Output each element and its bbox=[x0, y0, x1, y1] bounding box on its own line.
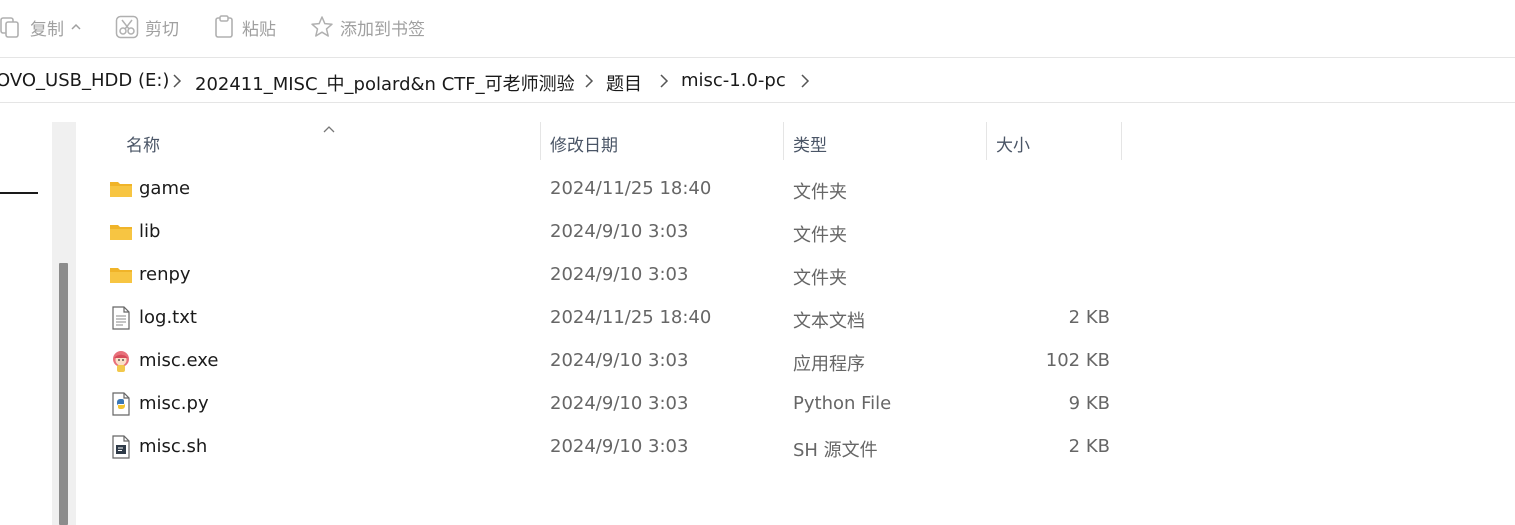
column-divider[interactable] bbox=[540, 122, 541, 160]
chevron-up-icon bbox=[70, 21, 82, 33]
chevron-right-icon[interactable] bbox=[172, 73, 182, 93]
app-icon bbox=[109, 349, 133, 373]
file-name: lib bbox=[139, 221, 161, 242]
column-divider[interactable] bbox=[986, 122, 987, 160]
paste-label: 粘贴 bbox=[242, 19, 276, 40]
file-size: 2 KB bbox=[1068, 307, 1110, 328]
file-size: 102 KB bbox=[1045, 350, 1110, 371]
navigation-pane bbox=[0, 104, 50, 525]
file-row[interactable]: log.txt 2024/11/25 18:40 文本文档 2 KB bbox=[104, 297, 1124, 340]
file-modified: 2024/9/10 3:03 bbox=[550, 436, 689, 457]
file-type: 文件夹 bbox=[793, 268, 847, 289]
file-name: misc.py bbox=[139, 393, 209, 414]
file-row[interactable]: misc.sh 2024/9/10 3:03 SH 源文件 2 KB bbox=[104, 426, 1124, 469]
nav-divider bbox=[0, 192, 38, 194]
star-icon bbox=[310, 15, 334, 39]
file-modified: 2024/9/10 3:03 bbox=[550, 221, 689, 242]
column-header-name[interactable]: 名称 bbox=[126, 124, 536, 162]
scissors-icon bbox=[115, 15, 139, 39]
cut-button[interactable]: 剪切 bbox=[115, 13, 179, 41]
chevron-right-icon[interactable] bbox=[584, 73, 594, 93]
file-size: 2 KB bbox=[1068, 436, 1110, 457]
chevron-right-icon[interactable] bbox=[800, 73, 810, 93]
breadcrumb-item-current[interactable]: misc-1.0-pc bbox=[681, 70, 786, 91]
scrollbar-thumb[interactable] bbox=[59, 263, 68, 525]
file-type: Python File bbox=[793, 393, 892, 414]
script-file-icon bbox=[109, 435, 133, 459]
file-type: SH 源文件 bbox=[793, 440, 878, 461]
folder-icon bbox=[109, 177, 133, 201]
chevron-right-icon[interactable] bbox=[659, 73, 669, 93]
breadcrumb-item-folder[interactable]: 202411_MISC_中_polard&n CTF_可老师测验 bbox=[195, 70, 575, 96]
column-divider[interactable] bbox=[783, 122, 784, 160]
file-modified: 2024/9/10 3:03 bbox=[550, 350, 689, 371]
breadcrumb-item-drive[interactable]: OVO_USB_HDD (E:) bbox=[0, 70, 169, 91]
column-divider[interactable] bbox=[1121, 122, 1122, 160]
column-header-size[interactable]: 大小 bbox=[996, 124, 1116, 162]
file-type: 文件夹 bbox=[793, 225, 847, 246]
file-modified: 2024/11/25 18:40 bbox=[550, 178, 712, 199]
column-header-modified[interactable]: 修改日期 bbox=[550, 124, 780, 162]
file-type: 文件夹 bbox=[793, 182, 847, 203]
file-name: log.txt bbox=[139, 307, 197, 328]
copy-button[interactable]: 复制 bbox=[0, 13, 82, 41]
file-type: 文本文档 bbox=[793, 311, 865, 332]
add-bookmark-button[interactable]: 添加到书签 bbox=[310, 13, 425, 41]
paste-button[interactable]: 粘贴 bbox=[214, 13, 276, 41]
folder-icon bbox=[109, 220, 133, 244]
file-name: misc.sh bbox=[139, 436, 208, 457]
bookmark-label: 添加到书签 bbox=[340, 19, 425, 40]
file-row[interactable]: lib 2024/9/10 3:03 文件夹 bbox=[104, 211, 1124, 254]
python-file-icon bbox=[109, 392, 133, 416]
file-name: misc.exe bbox=[139, 350, 219, 371]
file-size: 9 KB bbox=[1068, 393, 1110, 414]
file-name: game bbox=[139, 178, 191, 199]
breadcrumb-item-subfolder[interactable]: 题目 bbox=[606, 70, 642, 96]
file-modified: 2024/9/10 3:03 bbox=[550, 393, 689, 414]
copy-label: 复制 bbox=[30, 19, 64, 40]
clipboard-icon bbox=[214, 15, 236, 39]
file-modified: 2024/11/25 18:40 bbox=[550, 307, 712, 328]
command-toolbar: 复制 剪切 粘贴 添加到书签 bbox=[0, 0, 1515, 58]
cut-label: 剪切 bbox=[145, 19, 179, 40]
copy-icon bbox=[0, 15, 24, 39]
folder-icon bbox=[109, 263, 133, 287]
breadcrumb: OVO_USB_HDD (E:) 202411_MISC_中_polard&n … bbox=[0, 59, 1515, 103]
file-row[interactable]: misc.exe 2024/9/10 3:03 应用程序 102 KB bbox=[104, 340, 1124, 383]
file-row[interactable]: renpy 2024/9/10 3:03 文件夹 bbox=[104, 254, 1124, 297]
file-row[interactable]: misc.py 2024/9/10 3:03 Python File 9 KB bbox=[104, 383, 1124, 426]
file-type: 应用程序 bbox=[793, 354, 865, 375]
file-modified: 2024/9/10 3:03 bbox=[550, 264, 689, 285]
file-row[interactable]: game 2024/11/25 18:40 文件夹 bbox=[104, 168, 1124, 211]
text-file-icon bbox=[109, 306, 133, 330]
column-header-type[interactable]: 类型 bbox=[793, 124, 983, 162]
file-name: renpy bbox=[139, 264, 191, 285]
